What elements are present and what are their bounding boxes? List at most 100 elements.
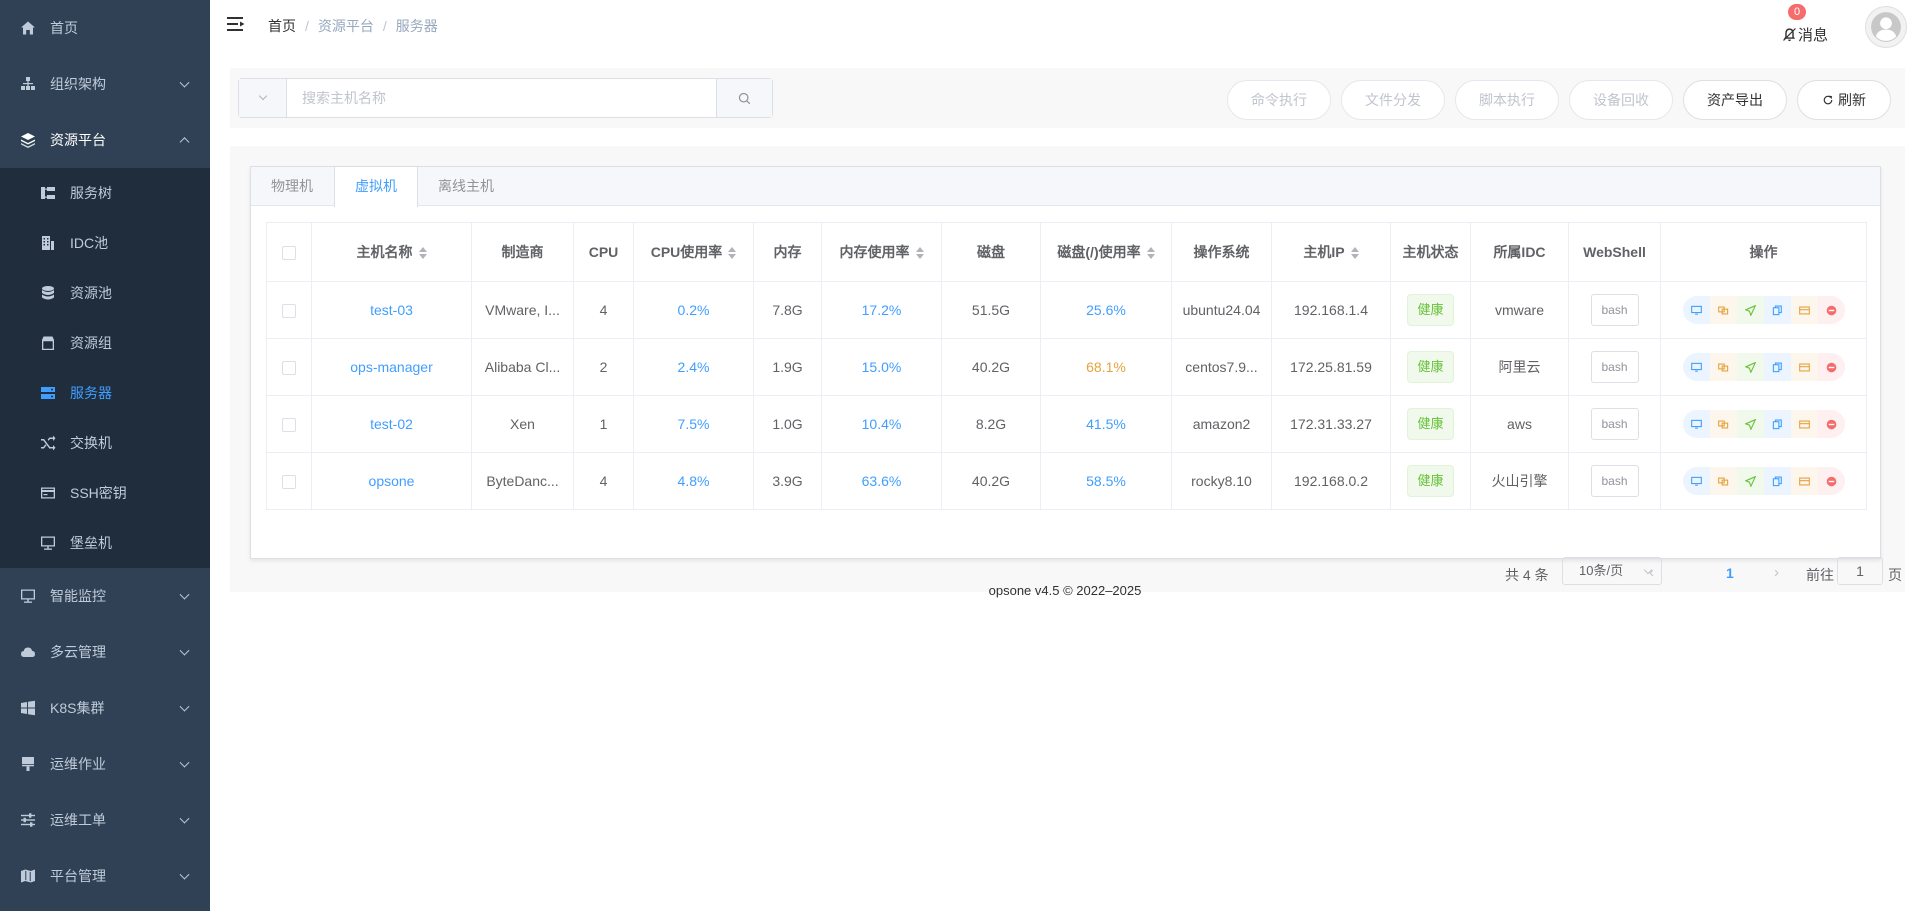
user-icon — [1871, 12, 1901, 42]
script-exec-button[interactable]: 脚本执行 — [1455, 80, 1559, 120]
delete-action-button[interactable] — [1817, 296, 1845, 324]
sort-icon[interactable] — [1350, 247, 1359, 260]
delete-action-button[interactable] — [1817, 467, 1845, 495]
monitor-icon — [40, 535, 56, 551]
command-exec-button[interactable]: 命令执行 — [1227, 80, 1331, 120]
cell-os: amazon2 — [1171, 395, 1272, 453]
card-action-button[interactable] — [1790, 410, 1818, 438]
message-button[interactable]: 消息 — [1782, 24, 1828, 45]
search-button[interactable] — [716, 79, 772, 117]
duplicate-action-button[interactable] — [1763, 353, 1791, 381]
bash-button[interactable]: bash — [1590, 351, 1639, 383]
asset-export-button[interactable]: 资产导出 — [1683, 80, 1787, 120]
sidebar-item-org[interactable]: 组织架构 — [0, 56, 210, 112]
row-checkbox[interactable] — [282, 361, 296, 376]
sidebar-item-resource-platform[interactable]: 资源平台 — [0, 112, 210, 168]
host-name-link[interactable]: test-02 — [311, 395, 472, 453]
device-recycle-button[interactable]: 设备回收 — [1569, 80, 1673, 120]
delete-action-button[interactable] — [1817, 410, 1845, 438]
copy-action-button[interactable] — [1709, 353, 1737, 381]
table-header-row: 主机名称 制造商 CPU CPU使用率 内存 内存使用率 磁盘 磁盘(/)使用率… — [266, 222, 1867, 282]
tab-physical[interactable]: 物理机 — [251, 167, 334, 206]
monitor-action-button[interactable] — [1682, 296, 1710, 324]
copy-action-button[interactable] — [1709, 410, 1737, 438]
card-action-button[interactable] — [1790, 353, 1818, 381]
sidebar-item-resource-group[interactable]: 资源组 — [0, 318, 210, 368]
breadcrumb-home[interactable]: 首页 — [268, 16, 296, 36]
next-page-icon[interactable]: › — [1774, 564, 1779, 581]
sidebar-item-platform-admin[interactable]: 平台管理 — [0, 848, 210, 904]
page-size-select[interactable]: 10条/页 — [1562, 557, 1662, 585]
select-all-checkbox[interactable] — [282, 246, 296, 261]
bash-button[interactable]: bash — [1590, 294, 1639, 326]
search-input[interactable] — [287, 79, 716, 117]
duplicate-action-button[interactable] — [1763, 410, 1791, 438]
actions-cell — [1660, 395, 1867, 453]
status-cell: 健康 — [1390, 452, 1471, 510]
monitor-action-button[interactable] — [1682, 467, 1710, 495]
column-header[interactable]: 主机IP — [1271, 222, 1391, 282]
send-action-button[interactable] — [1736, 410, 1764, 438]
send-action-button[interactable] — [1736, 467, 1764, 495]
sidebar-item-idc-pool[interactable]: IDC池 — [0, 218, 210, 268]
monitor-action-button[interactable] — [1682, 410, 1710, 438]
server-icon — [40, 385, 56, 401]
sort-icon[interactable] — [728, 247, 737, 260]
column-header[interactable]: CPU使用率 — [633, 222, 754, 282]
server-table: 主机名称 制造商 CPU CPU使用率 内存 内存使用率 磁盘 磁盘(/)使用率… — [266, 222, 1867, 510]
sidebar-item-resource-pool[interactable]: 资源池 — [0, 268, 210, 318]
sidebar-item-k8s[interactable]: K8S集群 — [0, 680, 210, 736]
refresh-button[interactable]: 刷新 — [1797, 80, 1891, 120]
prev-page-icon[interactable]: ‹ — [1649, 564, 1654, 581]
sidebar-item-ssh-key[interactable]: SSH密钥 — [0, 468, 210, 518]
goto-page-input[interactable]: 1 — [1837, 557, 1883, 585]
page-number[interactable]: 1 — [1726, 565, 1734, 581]
file-distribute-button[interactable]: 文件分发 — [1341, 80, 1445, 120]
card-action-button[interactable] — [1790, 467, 1818, 495]
duplicate-action-button[interactable] — [1763, 467, 1791, 495]
column-header[interactable]: 主机名称 — [311, 222, 472, 282]
sidebar-item-ops-jobs[interactable]: 运维作业 — [0, 736, 210, 792]
send-action-button[interactable] — [1736, 296, 1764, 324]
copy-action-button[interactable] — [1709, 467, 1737, 495]
chevron-down-icon — [179, 77, 190, 88]
column-header[interactable]: 磁盘(/)使用率 — [1040, 222, 1172, 282]
avatar[interactable] — [1865, 6, 1907, 48]
bash-button[interactable]: bash — [1590, 465, 1639, 497]
search-type-select[interactable] — [239, 79, 287, 117]
column-header[interactable]: 内存使用率 — [821, 222, 942, 282]
sidebar-item-monitoring[interactable]: 智能监控 — [0, 568, 210, 624]
card-action-button[interactable] — [1790, 296, 1818, 324]
row-checkbox[interactable] — [282, 418, 296, 433]
bash-button[interactable]: bash — [1590, 408, 1639, 440]
sidebar-item-service-tree[interactable]: 服务树 — [0, 168, 210, 218]
sort-icon[interactable] — [915, 247, 924, 260]
delete-action-button[interactable] — [1817, 353, 1845, 381]
menu-fold-icon[interactable] — [227, 16, 245, 32]
copy-action-button[interactable] — [1709, 296, 1737, 324]
duplicate-icon — [1772, 304, 1782, 315]
cell-disk-usage: 68.1% — [1040, 338, 1172, 396]
sidebar-item-server[interactable]: 服务器 — [0, 368, 210, 418]
sidebar-item-home[interactable]: 首页 — [0, 0, 210, 56]
sort-icon[interactable] — [1146, 247, 1155, 260]
sort-icon[interactable] — [418, 247, 427, 260]
row-checkbox[interactable] — [282, 304, 296, 319]
sidebar-item-multicloud[interactable]: 多云管理 — [0, 624, 210, 680]
chevron-down-icon — [258, 91, 267, 101]
chevron-down-icon — [179, 869, 190, 880]
monitor-action-button[interactable] — [1682, 353, 1710, 381]
delete-icon — [1826, 476, 1836, 486]
host-name-link[interactable]: opsone — [311, 452, 472, 510]
tab-offline[interactable]: 离线主机 — [418, 167, 515, 206]
sidebar-item-bastion[interactable]: 堡垒机 — [0, 518, 210, 568]
sidebar-item-switch[interactable]: 交换机 — [0, 418, 210, 468]
duplicate-action-button[interactable] — [1763, 296, 1791, 324]
host-name-link[interactable]: test-03 — [311, 281, 472, 339]
send-action-button[interactable] — [1736, 353, 1764, 381]
tab-virtual[interactable]: 虚拟机 — [334, 167, 418, 207]
host-name-link[interactable]: ops-manager — [311, 338, 472, 396]
sidebar-item-ops-tickets[interactable]: 运维工单 — [0, 792, 210, 848]
message-count-badge: 0 — [1788, 4, 1806, 20]
row-checkbox[interactable] — [282, 475, 296, 490]
